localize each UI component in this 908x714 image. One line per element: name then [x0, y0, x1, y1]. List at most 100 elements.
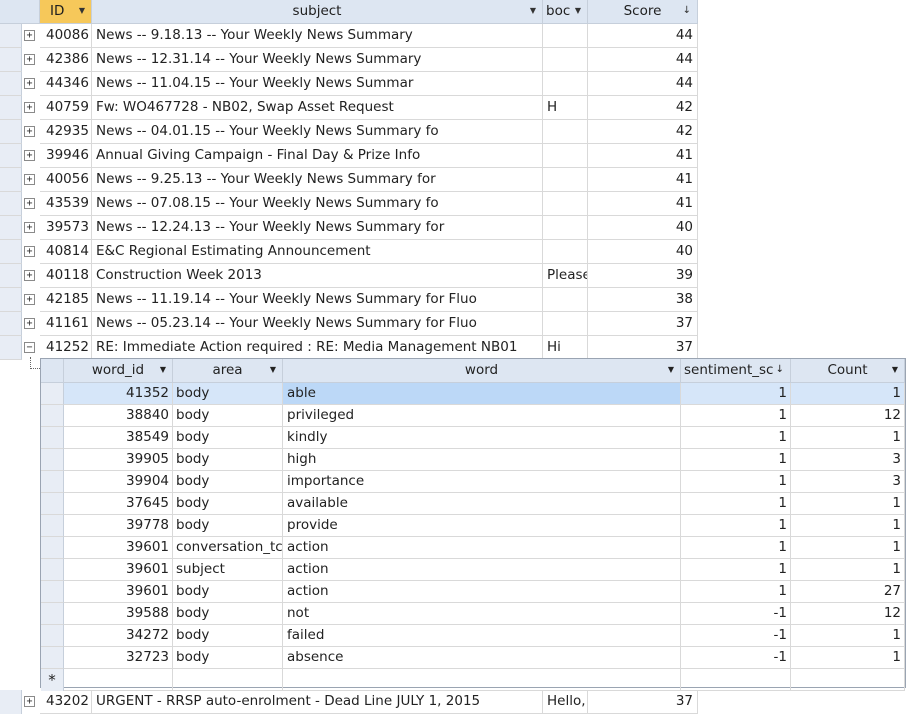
sub-cell-count[interactable]: 3: [791, 471, 905, 493]
sub-cell-sentiment[interactable]: 1: [681, 449, 791, 471]
sub-record-selector[interactable]: [41, 427, 64, 449]
asterisk-icon[interactable]: *: [41, 669, 64, 691]
sub-cell-count[interactable]: 12: [791, 405, 905, 427]
chevron-down-icon[interactable]: ▼: [160, 359, 166, 381]
sub-cell-sentiment[interactable]: 1: [681, 471, 791, 493]
sub-cell-word-id[interactable]: 38549: [64, 427, 173, 449]
cell-id[interactable]: 41252: [40, 336, 92, 360]
cell-id[interactable]: 40056: [40, 168, 92, 192]
sub-cell-area[interactable]: body: [173, 515, 283, 537]
column-header-subject[interactable]: subject ▼: [92, 0, 543, 24]
cell-subject[interactable]: News -- 12.24.13 -- Your Weekly News Sum…: [92, 216, 543, 240]
record-selector[interactable]: [0, 240, 22, 264]
cell-score[interactable]: 41: [588, 144, 698, 168]
cell-id[interactable]: 40759: [40, 96, 92, 120]
sub-cell-word[interactable]: action: [283, 559, 681, 581]
sub-cell-count[interactable]: 1: [791, 427, 905, 449]
chevron-down-icon[interactable]: ▼: [892, 359, 898, 381]
record-selector[interactable]: [0, 24, 22, 48]
sub-cell-word-id[interactable]: 41352: [64, 383, 173, 405]
minus-box-icon[interactable]: −: [24, 342, 35, 353]
sub-cell-count[interactable]: 3: [791, 449, 905, 471]
sub-cell-count[interactable]: 27: [791, 581, 905, 603]
cell-subject[interactable]: News -- 07.08.15 -- Your Weekly News Sum…: [92, 192, 543, 216]
cell-id[interactable]: 40814: [40, 240, 92, 264]
cell-score[interactable]: 42: [588, 120, 698, 144]
sub-cell-area[interactable]: body: [173, 647, 283, 669]
plus-box-icon[interactable]: +: [24, 126, 35, 137]
sub-cell-area[interactable]: body: [173, 493, 283, 515]
cell-body[interactable]: [543, 192, 588, 216]
plus-box-icon[interactable]: +: [24, 270, 35, 281]
new-record-cell[interactable]: [64, 669, 173, 691]
plus-box-icon[interactable]: +: [24, 174, 35, 185]
cell-score[interactable]: 41: [588, 168, 698, 192]
sub-cell-area[interactable]: body: [173, 603, 283, 625]
sub-cell-word[interactable]: provide: [283, 515, 681, 537]
cell-subject[interactable]: E&C Regional Estimating Announcement: [92, 240, 543, 264]
cell-subject[interactable]: News -- 9.18.13 -- Your Weekly News Summ…: [92, 24, 543, 48]
record-selector[interactable]: [0, 336, 22, 360]
sub-cell-area[interactable]: body: [173, 449, 283, 471]
sub-cell-word-id[interactable]: 39904: [64, 471, 173, 493]
cell-body[interactable]: [543, 312, 588, 336]
record-selector[interactable]: [0, 216, 22, 240]
cell-body[interactable]: [543, 168, 588, 192]
sub-record-selector[interactable]: [41, 603, 64, 625]
record-selector[interactable]: [0, 144, 22, 168]
sub-record-selector[interactable]: [41, 515, 64, 537]
sub-cell-sentiment[interactable]: 1: [681, 383, 791, 405]
cell-subject[interactable]: News -- 11.19.14 -- Your Weekly News Sum…: [92, 288, 543, 312]
sub-cell-count[interactable]: 1: [791, 559, 905, 581]
sub-cell-area[interactable]: subject: [173, 559, 283, 581]
plus-box-icon[interactable]: +: [24, 198, 35, 209]
cell-id[interactable]: 43539: [40, 192, 92, 216]
cell-score[interactable]: 44: [588, 48, 698, 72]
cell-score[interactable]: 44: [588, 24, 698, 48]
sub-record-selector[interactable]: [41, 559, 64, 581]
plus-box-icon[interactable]: +: [24, 30, 35, 41]
cell-score[interactable]: 40: [588, 216, 698, 240]
sub-cell-word[interactable]: failed: [283, 625, 681, 647]
sub-cell-area[interactable]: body: [173, 471, 283, 493]
record-selector[interactable]: [0, 192, 22, 216]
record-selector[interactable]: [0, 48, 22, 72]
sub-cell-area[interactable]: body: [173, 581, 283, 603]
cell-subject[interactable]: News -- 11.04.15 -- Your Weekly News Sum…: [92, 72, 543, 96]
sub-cell-word-id[interactable]: 38840: [64, 405, 173, 427]
new-record-cell[interactable]: [283, 669, 681, 691]
cell-id[interactable]: 42386: [40, 48, 92, 72]
cell-subject[interactable]: News -- 12.31.14 -- Your Weekly News Sum…: [92, 48, 543, 72]
sub-cell-count[interactable]: 1: [791, 537, 905, 559]
sub-cell-sentiment[interactable]: 1: [681, 515, 791, 537]
chevron-down-icon[interactable]: ▼: [79, 0, 85, 22]
plus-box-icon[interactable]: +: [24, 54, 35, 65]
cell-body[interactable]: H: [543, 96, 588, 120]
sub-column-header-word[interactable]: word ▼: [283, 359, 681, 383]
sub-record-selector[interactable]: [41, 405, 64, 427]
sub-record-selector[interactable]: [41, 493, 64, 515]
chevron-down-icon[interactable]: ▼: [575, 0, 581, 22]
plus-box-icon[interactable]: +: [24, 246, 35, 257]
cell-body[interactable]: Please: [543, 264, 588, 288]
record-selector[interactable]: [0, 168, 22, 192]
sub-cell-sentiment[interactable]: -1: [681, 647, 791, 669]
cell-score[interactable]: 37: [588, 312, 698, 336]
cell-body[interactable]: Hello,: [543, 690, 588, 714]
sub-cell-word[interactable]: kindly: [283, 427, 681, 449]
cell-id[interactable]: 39946: [40, 144, 92, 168]
cell-subject[interactable]: Fw: WO467728 - NB02, Swap Asset Request: [92, 96, 543, 120]
sub-cell-sentiment[interactable]: 1: [681, 537, 791, 559]
record-selector[interactable]: [0, 72, 22, 96]
sub-cell-area[interactable]: body: [173, 427, 283, 449]
new-record-cell[interactable]: [173, 669, 283, 691]
plus-box-icon[interactable]: +: [24, 78, 35, 89]
cell-body[interactable]: [543, 288, 588, 312]
sub-cell-word[interactable]: able: [283, 383, 681, 405]
sub-cell-word-id[interactable]: 39601: [64, 537, 173, 559]
sub-column-header-area[interactable]: area ▼: [173, 359, 283, 383]
sub-cell-word-id[interactable]: 39778: [64, 515, 173, 537]
cell-body[interactable]: [543, 24, 588, 48]
new-record-cell[interactable]: [681, 669, 791, 691]
cell-id[interactable]: 43202: [40, 690, 92, 714]
